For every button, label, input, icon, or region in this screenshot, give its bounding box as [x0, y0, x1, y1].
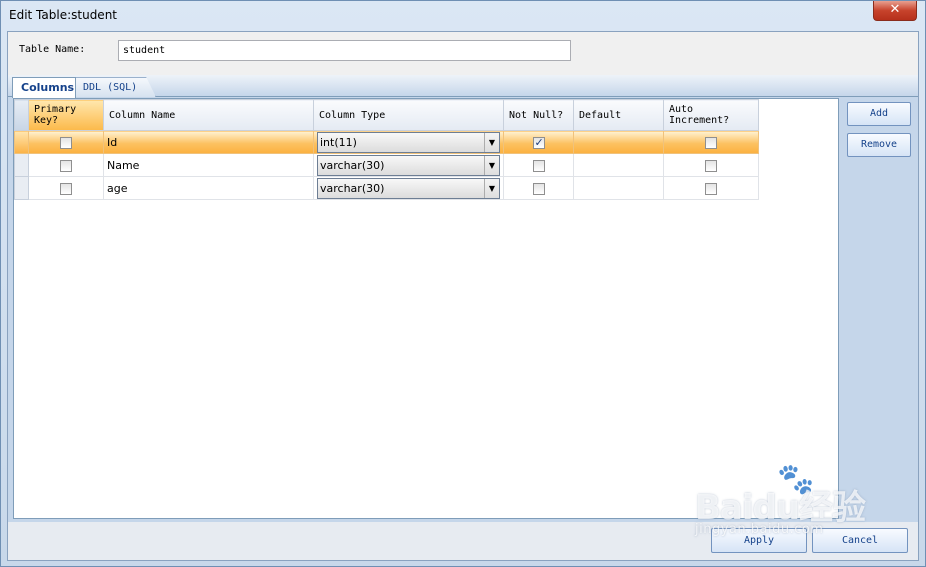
not-null-cell: [503, 153, 574, 177]
primary-key-checkbox[interactable]: [60, 182, 72, 195]
header-column-name[interactable]: Column Name: [103, 99, 314, 131]
dialog-footer: Apply Cancel: [8, 521, 918, 560]
columns-grid[interactable]: Primary Key? Column Name Column Type Not…: [13, 98, 839, 519]
auto-increment-cell: [663, 176, 759, 200]
primary-key-cell: [28, 176, 104, 200]
cancel-button[interactable]: Cancel: [812, 528, 908, 553]
column-type-cell: varchar(30) ▼: [313, 153, 504, 177]
close-button[interactable]: ✕: [873, 1, 917, 21]
default-cell[interactable]: [573, 176, 664, 200]
row-header[interactable]: [14, 176, 29, 200]
edit-table-dialog: Edit Table:student ✕ Table Name: student…: [0, 0, 926, 567]
column-type-select[interactable]: varchar(30) ▼: [317, 177, 500, 199]
table-name-label: Table Name:: [19, 44, 86, 55]
primary-key-checkbox[interactable]: [60, 136, 72, 149]
table-row[interactable]: Name varchar(30) ▼: [14, 153, 759, 177]
columns-panel: Primary Key? Column Name Column Type Not…: [8, 97, 918, 521]
column-type-select[interactable]: varchar(30) ▼: [317, 154, 500, 176]
close-icon: ✕: [889, 2, 901, 17]
table-name-input[interactable]: student: [118, 40, 571, 61]
default-cell[interactable]: [573, 130, 664, 154]
not-null-checkbox[interactable]: [532, 159, 545, 172]
column-type-value: varchar(30): [320, 181, 385, 195]
header-auto-increment[interactable]: Auto Increment?: [663, 99, 759, 131]
add-column-button[interactable]: Add: [847, 102, 911, 126]
auto-increment-checkbox[interactable]: [705, 182, 717, 195]
not-null-cell: [503, 130, 574, 154]
primary-key-cell: [28, 153, 104, 177]
primary-key-cell: [28, 130, 104, 154]
auto-increment-checkbox[interactable]: [705, 136, 717, 149]
column-type-select[interactable]: int(11) ▼: [317, 131, 500, 153]
chevron-down-icon[interactable]: ▼: [484, 178, 499, 198]
tab-columns[interactable]: Columns: [12, 77, 76, 98]
column-type-value: int(11): [320, 135, 357, 149]
column-name-cell[interactable]: Id: [103, 130, 314, 154]
title-bar[interactable]: Edit Table:student ✕: [1, 1, 925, 31]
header-default[interactable]: Default: [573, 99, 664, 131]
tab-strip: Columns DDL (SQL): [8, 75, 918, 98]
not-null-checkbox[interactable]: [532, 136, 545, 149]
default-cell[interactable]: [573, 153, 664, 177]
dialog-body: Table Name: student Columns DDL (SQL) Pr…: [7, 31, 919, 561]
header-column-type[interactable]: Column Type: [313, 99, 504, 131]
select-all-corner[interactable]: [14, 99, 29, 131]
not-null-checkbox[interactable]: [532, 182, 545, 195]
not-null-cell: [503, 176, 574, 200]
table-row[interactable]: Id int(11) ▼: [14, 130, 759, 154]
auto-increment-checkbox[interactable]: [705, 159, 717, 172]
header-not-null[interactable]: Not Null?: [503, 99, 574, 131]
auto-increment-cell: [663, 153, 759, 177]
columns-table: Primary Key? Column Name Column Type Not…: [14, 99, 759, 200]
tab-ddl-sql[interactable]: DDL (SQL): [74, 77, 156, 97]
grid-header-row: Primary Key? Column Name Column Type Not…: [14, 99, 759, 131]
primary-key-checkbox[interactable]: [60, 159, 72, 172]
window-title: Edit Table:student: [9, 8, 117, 22]
column-type-cell: varchar(30) ▼: [313, 176, 504, 200]
row-header[interactable]: [14, 153, 29, 177]
auto-increment-cell: [663, 130, 759, 154]
chevron-down-icon[interactable]: ▼: [484, 132, 499, 152]
column-name-cell[interactable]: age: [103, 176, 314, 200]
apply-button[interactable]: Apply: [711, 528, 807, 553]
table-row[interactable]: age varchar(30) ▼: [14, 176, 759, 200]
column-name-cell[interactable]: Name: [103, 153, 314, 177]
row-header[interactable]: [14, 130, 29, 154]
remove-column-button[interactable]: Remove: [847, 133, 911, 157]
header-primary-key[interactable]: Primary Key?: [28, 99, 104, 131]
column-type-cell: int(11) ▼: [313, 130, 504, 154]
chevron-down-icon[interactable]: ▼: [484, 155, 499, 175]
column-type-value: varchar(30): [320, 158, 385, 172]
